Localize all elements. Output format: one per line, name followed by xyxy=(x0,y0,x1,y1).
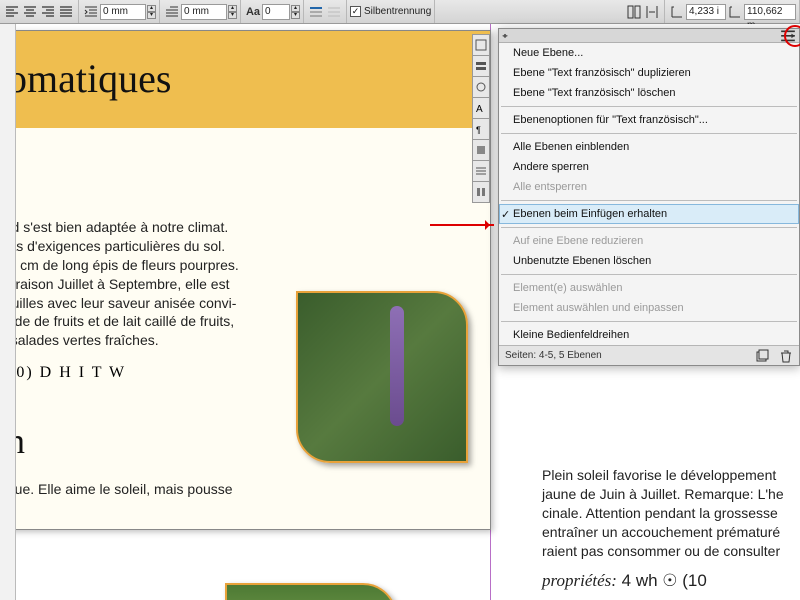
menu-item: Alle entsperren xyxy=(499,177,799,197)
panel-header[interactable]: ◂▸ xyxy=(499,29,799,43)
panel-tab[interactable]: A xyxy=(472,97,490,119)
panel-status-bar: Seiten: 4-5, 5 Ebenen xyxy=(499,345,799,365)
menu-separator xyxy=(501,321,797,322)
props-value: 4 wh ☉ (10 xyxy=(617,571,707,590)
spinner[interactable]: ▴▾ xyxy=(147,5,156,19)
control-panel-toolbar: 0 mm ▴▾ 0 mm ▴▾ Aa 0 ▴▾ Silbentrennung 4… xyxy=(0,0,800,24)
new-layer-icon[interactable] xyxy=(755,349,769,363)
first-indent-field[interactable]: 0 mm xyxy=(181,4,227,20)
menu-item[interactable]: Ebenenoptionen für "Text französisch"... xyxy=(499,110,799,130)
title-band: omatiques xyxy=(16,31,490,128)
svg-text:¶: ¶ xyxy=(476,125,481,135)
panel-tab[interactable] xyxy=(472,76,490,98)
menu-item[interactable]: Ebenen beim Einfügen erhalten xyxy=(499,204,799,224)
body-line: raient pas consommer ou de consulter xyxy=(542,542,800,561)
panel-tab[interactable] xyxy=(472,181,490,203)
panel-tab[interactable] xyxy=(472,160,490,182)
body-line: cinale. Attention pendant la grossesse xyxy=(542,504,800,523)
body-line: Plein soleil favorise le développement xyxy=(542,466,800,485)
body-line: 1 15 cm de long épis de fleurs pourpres. xyxy=(16,256,478,275)
columns-icon[interactable] xyxy=(626,4,642,20)
menu-item: Element auswählen und einpassen xyxy=(499,298,799,318)
collapsed-panels: A ¶ xyxy=(472,34,490,202)
panel-tab[interactable]: ¶ xyxy=(472,118,490,140)
menu-separator xyxy=(501,227,797,228)
menu-separator xyxy=(501,133,797,134)
indent-first-icon[interactable] xyxy=(164,4,180,20)
annotation-arrow xyxy=(430,224,494,226)
align-center-icon[interactable] xyxy=(22,4,38,20)
gutter-icon[interactable] xyxy=(644,4,660,20)
body-text-frame-2[interactable]: exique. Elle aime le soleil, mais pousse xyxy=(16,480,490,499)
hyphenation-label: Silbentrennung xyxy=(364,6,431,17)
vertical-ruler xyxy=(0,24,16,600)
body-line: Nord s'est bien adaptée à notre climat. xyxy=(16,218,478,237)
panel-grip-icon[interactable]: ◂▸ xyxy=(502,31,506,40)
panel-tab[interactable] xyxy=(472,34,490,56)
drop-cap-icon[interactable]: Aa xyxy=(245,4,261,20)
page-title: omatiques xyxy=(16,55,470,102)
align-left-icon[interactable] xyxy=(4,4,20,20)
menu-item: Element(e) auswählen xyxy=(499,278,799,298)
y-coord-icon xyxy=(727,4,743,20)
left-indent-field[interactable]: 0 mm xyxy=(100,4,146,20)
panel-tab[interactable] xyxy=(472,55,490,77)
hyphenation-checkbox[interactable] xyxy=(350,6,361,17)
right-column-text[interactable]: Plein soleil favorise le développement j… xyxy=(542,466,800,593)
x-coord-field[interactable]: 4,233 i xyxy=(686,4,726,20)
body-line: a pas d'exigences particulières du sol. xyxy=(16,237,478,256)
plant-photo-frame[interactable] xyxy=(296,291,468,463)
panel-tab[interactable] xyxy=(472,139,490,161)
align-right-icon[interactable] xyxy=(40,4,56,20)
spinner[interactable]: ▴▾ xyxy=(228,5,237,19)
baseline-grid-off-icon[interactable] xyxy=(326,4,342,20)
body-line: entraîner un accouchement prématuré xyxy=(542,523,800,542)
trash-icon[interactable] xyxy=(779,349,793,363)
menu-separator xyxy=(501,200,797,201)
menu-item[interactable]: Kleine Bedienfeldreihen xyxy=(499,325,799,345)
status-text: Seiten: 4-5, 5 Ebenen xyxy=(505,350,602,361)
props-label: propriétés: xyxy=(542,571,617,590)
layers-flyout-menu: Neue Ebene...Ebene "Text französisch" du… xyxy=(499,43,799,345)
menu-item[interactable]: Andere sperren xyxy=(499,157,799,177)
indent-left-icon[interactable] xyxy=(83,4,99,20)
align-justify-icon[interactable] xyxy=(58,4,74,20)
baseline-grid-on-icon[interactable] xyxy=(308,4,324,20)
menu-item: Auf eine Ebene reduzieren xyxy=(499,231,799,251)
body-line: exique. Elle aime le soleil, mais pousse xyxy=(16,480,478,499)
menu-item[interactable]: Unbenutzte Ebenen löschen xyxy=(499,251,799,271)
menu-separator xyxy=(501,106,797,107)
menu-item[interactable]: Neue Ebene... xyxy=(499,43,799,63)
menu-item[interactable]: Alle Ebenen einblenden xyxy=(499,137,799,157)
body-line: jaune de Juin à Juillet. Remarque: L'he xyxy=(542,485,800,504)
menu-separator xyxy=(501,274,797,275)
svg-text:A: A xyxy=(476,104,483,114)
spinner[interactable]: ▴▾ xyxy=(291,5,300,19)
menu-item[interactable]: Ebene "Text französisch" duplizieren xyxy=(499,63,799,83)
plant-photo-frame-2[interactable] xyxy=(225,583,397,600)
annotation-circle xyxy=(784,25,800,47)
x-coord-icon xyxy=(669,4,685,20)
layers-panel: ◂▸ Neue Ebene...Ebene "Text französisch"… xyxy=(498,28,800,366)
page-spread[interactable]: omatiques Nord s'est bien adaptée à notr… xyxy=(16,30,491,530)
y-coord-field[interactable]: 110,662 m xyxy=(744,4,796,20)
menu-item[interactable]: Ebene "Text französisch" löschen xyxy=(499,83,799,103)
drop-cap-field[interactable]: 0 xyxy=(262,4,290,20)
